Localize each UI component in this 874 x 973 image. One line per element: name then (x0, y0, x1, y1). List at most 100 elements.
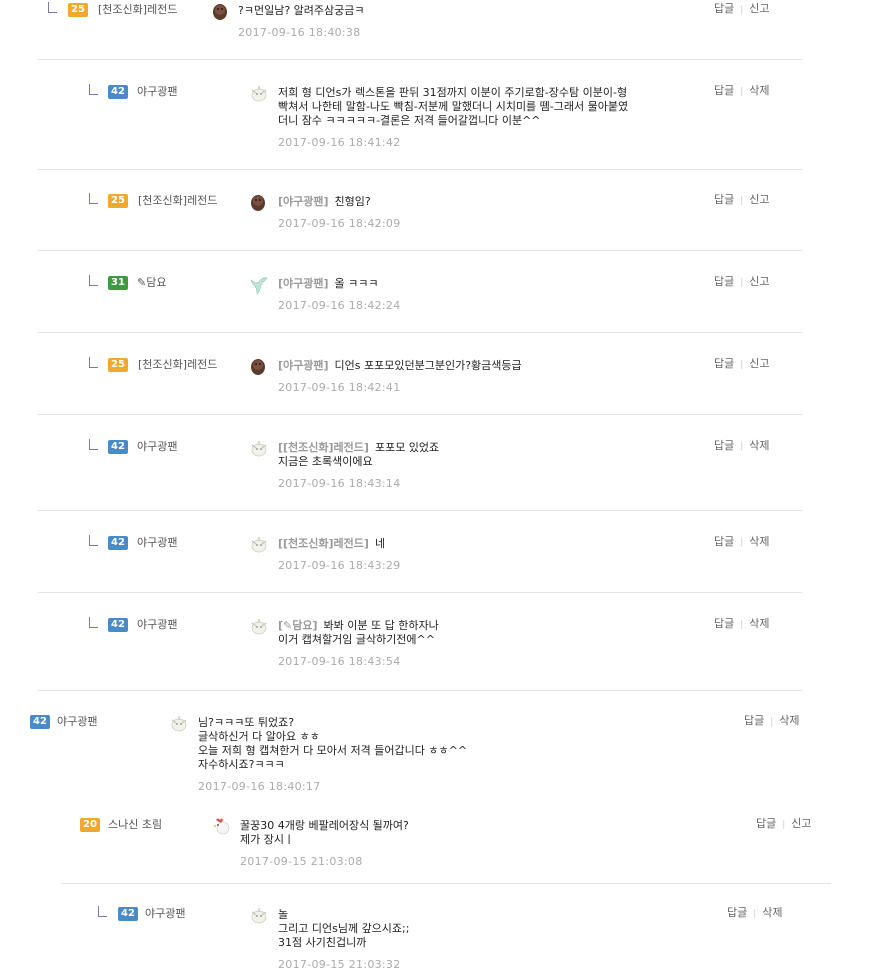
comment-divider (38, 169, 802, 170)
reply-button[interactable]: 답글 (714, 617, 734, 630)
reply-arrow-icon (89, 193, 98, 204)
comment-body: 님?ㅋㅋㅋ또 튀었죠? 글삭하신거 다 알아요 ㅎㅎ 오늘 저희 형 캡쳐한거 … (198, 716, 467, 772)
divider: | (740, 360, 744, 370)
reply-button[interactable]: 답글 (756, 817, 776, 830)
reply-button[interactable]: 답글 (714, 275, 734, 288)
author-nickname[interactable]: [천조신화]레전드 (138, 358, 217, 372)
avatar-cat-icon[interactable] (168, 713, 188, 733)
avatar-dark-creature-icon[interactable] (248, 356, 268, 376)
report-or-delete-button[interactable]: 삭제 (749, 535, 769, 548)
reply-button[interactable]: 답글 (714, 439, 734, 452)
divider: | (740, 620, 744, 630)
report-or-delete-button[interactable]: 신고 (791, 817, 811, 830)
author-nickname[interactable]: 스나신 초림 (108, 818, 162, 832)
divider: | (782, 820, 786, 830)
avatar-dark-creature-icon[interactable] (248, 192, 268, 212)
divider: | (740, 87, 744, 97)
comment-text: 님?ㅋㅋㅋ또 튀었죠? 글삭하신거 다 알아요 ㅎㅎ 오늘 저희 형 캡쳐한거 … (198, 716, 468, 771)
author-nickname[interactable]: ✎담요 (137, 276, 166, 290)
reply-button[interactable]: 답글 (714, 357, 734, 370)
reply-button[interactable]: 답글 (714, 2, 734, 15)
reply-button[interactable]: 답글 (744, 714, 764, 727)
author-nickname[interactable]: 야구광팬 (137, 536, 177, 550)
comment-timestamp: 2017-09-16 18:43:29 (278, 559, 401, 572)
author-nickname[interactable]: 야구광팬 (137, 85, 177, 99)
avatar-rooster-icon[interactable] (211, 816, 231, 836)
level-badge: 42 (30, 715, 50, 729)
avatar-cat-icon[interactable] (248, 905, 268, 925)
level-badge: 25 (108, 194, 128, 208)
author-nickname[interactable]: 야구광팬 (137, 440, 177, 454)
comment-timestamp: 2017-09-16 18:41:42 (278, 136, 401, 149)
report-or-delete-button[interactable]: 삭제 (749, 439, 769, 452)
level-badge: 42 (108, 618, 128, 632)
report-or-delete-button[interactable]: 삭제 (749, 84, 769, 97)
reply-button[interactable]: 답글 (714, 84, 734, 97)
reply-arrow-icon (89, 617, 98, 628)
mention-tag: [[천조신화]레전드] (278, 441, 369, 454)
reply-button[interactable]: 답글 (714, 535, 734, 548)
level-badge: 42 (118, 907, 138, 921)
comment-actions: 답글 | 신고 (756, 817, 812, 832)
level-badge: 31 (108, 276, 128, 290)
report-or-delete-button[interactable]: 신고 (749, 357, 769, 370)
avatar-bird-icon[interactable] (248, 274, 268, 295)
reply-arrow-icon (89, 439, 98, 450)
reply-arrow-icon (89, 535, 98, 546)
comment-actions: 답글 | 삭제 (714, 84, 770, 99)
report-or-delete-button[interactable]: 삭제 (779, 714, 799, 727)
divider: | (740, 442, 744, 452)
author-nickname[interactable]: 야구광팬 (145, 907, 185, 921)
comment-text: 꿀꿍30 4개랑 베팔레어장식 될까여? 제가 장시ㅣ (240, 819, 409, 846)
avatar-cat-icon[interactable] (248, 83, 268, 103)
comment-divider (38, 690, 802, 691)
comment-actions: 답글 | 삭제 (714, 439, 770, 454)
mention-tag: [야구광팬] (278, 359, 329, 372)
level-badge: 25 (68, 3, 88, 17)
author-nickname[interactable]: 야구광팬 (57, 715, 97, 729)
comment-actions: 답글 | 신고 (714, 357, 770, 372)
author-nickname[interactable]: [천조신화]레전드 (138, 194, 217, 208)
reply-button[interactable]: 답글 (714, 193, 734, 206)
avatar-cat-icon[interactable] (248, 438, 268, 458)
comment-actions: 답글 | 신고 (714, 2, 770, 17)
comment-body: [야구광팬] 친형임? (278, 195, 371, 209)
divider: | (770, 717, 774, 727)
comment-body: ?ㅋ먼일남? 알려주삼궁금ㅋ (238, 4, 365, 18)
comment-actions: 답글 | 신고 (714, 275, 770, 290)
comment-actions: 답글 | 신고 (714, 193, 770, 208)
comment-body: 꿀꿍30 4개랑 베팔레어장식 될까여? 제가 장시ㅣ (240, 819, 409, 847)
divider: | (740, 5, 744, 15)
report-or-delete-button[interactable]: 삭제 (762, 906, 782, 919)
comment-text: 올 ㅋㅋㅋ (334, 277, 379, 290)
level-badge: 42 (108, 85, 128, 99)
comment-divider (61, 883, 831, 884)
comment-timestamp: 2017-09-15 21:03:32 (278, 958, 401, 971)
author-nickname[interactable]: [천조신화]레전드 (98, 3, 177, 17)
comment-timestamp: 2017-09-16 18:40:17 (198, 780, 321, 793)
comment-body: [✎담요] 봐봐 이분 또 답 한하자나 이거 캡쳐할거임 글삭하기전에^^ (278, 619, 439, 647)
comment-text: 놀 그리고 디언s님께 갚으시죠;; 31점 사기친겁니까 (278, 908, 410, 949)
comment-divider (38, 332, 802, 333)
comment-timestamp: 2017-09-16 18:40:38 (238, 26, 361, 39)
report-or-delete-button[interactable]: 삭제 (749, 617, 769, 630)
avatar-dark-creature-icon[interactable] (210, 1, 230, 21)
comment-actions: 답글 | 삭제 (714, 535, 770, 550)
reply-arrow-icon (98, 906, 107, 917)
reply-button[interactable]: 답글 (727, 906, 747, 919)
level-badge: 20 (80, 818, 100, 832)
comment-divider (38, 592, 802, 593)
divider: | (740, 538, 744, 548)
reply-arrow-icon (48, 2, 57, 13)
report-or-delete-button[interactable]: 신고 (749, 2, 769, 15)
author-nickname[interactable]: 야구광팬 (137, 618, 177, 632)
comment-body: 놀 그리고 디언s님께 갚으시죠;; 31점 사기친겁니까 (278, 908, 409, 950)
comment-text: 친형임? (334, 195, 371, 208)
level-badge: 42 (108, 536, 128, 550)
comment-divider (38, 59, 802, 60)
report-or-delete-button[interactable]: 신고 (749, 275, 769, 288)
avatar-cat-icon[interactable] (248, 534, 268, 554)
mention-tag: [야구광팬] (278, 195, 329, 208)
avatar-cat-icon[interactable] (248, 616, 268, 636)
report-or-delete-button[interactable]: 신고 (749, 193, 769, 206)
